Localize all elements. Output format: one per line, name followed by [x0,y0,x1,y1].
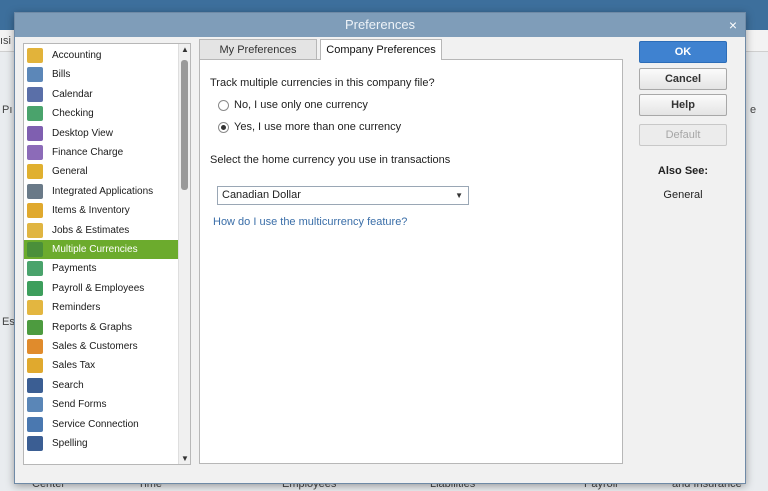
sidebar-item[interactable]: Reports & Graphs [24,318,179,337]
reports-graphs-icon [27,319,43,335]
scrollbar-thumb[interactable] [181,60,188,190]
sidebar-item[interactable]: Bills [24,65,179,84]
list-scrollbar[interactable]: ▲ ▼ [178,44,190,464]
help-button[interactable]: Help [639,94,727,116]
payments-icon [27,261,43,277]
integrated-apps-icon [27,183,43,199]
payroll-employees-icon [27,280,43,296]
sidebar-item[interactable]: Finance Charge [24,143,179,162]
sidebar-item-label: Desktop View [52,127,113,139]
sidebar-item-label: Accounting [52,50,102,61]
sidebar-item-label: Reports & Graphs [52,321,133,333]
scroll-down-arrow-icon[interactable]: ▼ [180,454,190,463]
radio-yes-multiple-currencies[interactable]: Yes, I use more than one currency [218,121,401,133]
sidebar-item-label: Checking [52,108,94,120]
background-text: Es [2,316,15,328]
cancel-button[interactable]: Cancel [639,68,727,90]
sales-tax-icon [27,358,43,374]
sales-customers-icon [27,339,43,354]
radio-label: No, I use only one currency [234,99,368,111]
home-currency-label: Select the home currency you use in tran… [210,154,451,166]
sidebar-item[interactable]: Search [24,376,179,395]
sidebar-item-label: Sales & Customers [52,341,138,352]
sidebar-item-label: Calendar [52,88,93,100]
calendar-icon [27,86,43,102]
chevron-down-icon[interactable]: ▼ [455,187,463,204]
sidebar-item-label: Integrated Applications [52,185,154,197]
sidebar-item[interactable]: Sales Tax [24,356,179,375]
home-currency-value: Canadian Dollar [222,189,301,201]
ok-button[interactable]: OK [639,41,727,63]
background-text: ısi [0,35,11,47]
sidebar-item-label: Jobs & Estimates [52,224,130,236]
sidebar-item-label: Bills [52,69,71,81]
sidebar-item-label: Send Forms [52,399,107,411]
sidebar-item-label: General [52,166,88,178]
home-currency-dropdown[interactable]: Canadian Dollar ▼ [217,186,469,205]
sidebar-item[interactable]: Items & Inventory [24,201,179,220]
reminders-icon [27,300,43,316]
bills-icon [27,67,43,83]
sidebar-item[interactable]: Reminders [24,298,179,317]
sidebar-item[interactable]: Accounting [24,46,179,65]
sidebar-item-label: Service Connection [52,418,139,430]
radio-no-single-currency[interactable]: No, I use only one currency [218,99,368,111]
company-preferences-panel: Track multiple currencies in this compan… [199,59,623,464]
finance-charge-icon [27,145,43,160]
scroll-up-arrow-icon[interactable]: ▲ [180,45,190,54]
checking-icon [27,106,43,122]
send-forms-icon [27,397,43,413]
preferences-dialog: Preferences × Spelling Service Connection… [14,12,746,484]
sidebar-item[interactable]: Payments [24,259,179,278]
multicurrency-help-link[interactable]: How do I use the multicurrency feature? [213,216,407,228]
sidebar-item-label: Search [52,379,84,391]
radio-button-icon[interactable] [218,99,229,111]
sidebar-item[interactable]: Spelling [24,434,179,453]
background-text: e [750,104,757,116]
also-see-heading: Also See: [657,165,709,177]
items-inventory-icon [27,203,43,219]
sidebar-item-label: Items & Inventory [52,205,130,217]
sidebar-item[interactable]: Payroll & Employees [24,279,179,298]
close-icon[interactable]: × [729,13,737,37]
accounting-icon [27,48,43,63]
sidebar-item[interactable]: Service Connection [24,415,179,434]
preference-category-list: Spelling Service Connection Send Forms Sear… [23,43,191,465]
sidebar-item[interactable]: Multiple Currencies [24,240,179,259]
radio-label: Yes, I use more than one currency [234,121,402,133]
desktop-view-icon [27,125,43,141]
search-icon [27,377,43,393]
sidebar-item[interactable]: Desktop View [24,124,179,143]
jobs-estimates-icon [27,222,43,238]
dialog-titlebar[interactable]: Preferences × [15,13,745,37]
sidebar-item[interactable]: Integrated Applications [24,182,179,201]
sidebar-item[interactable]: Send Forms [24,395,179,414]
radio-button-checked-icon[interactable] [218,121,229,133]
general-icon [27,164,43,180]
sidebar-item[interactable]: Checking [24,104,179,123]
sidebar-item[interactable]: General [24,162,179,181]
service-connection-icon [27,416,43,432]
track-currencies-question: Track multiple currencies in this compan… [210,77,435,89]
sidebar-item[interactable]: Jobs & Estimates [24,221,179,240]
default-button[interactable]: Default [639,124,727,146]
multiple-currencies-icon [27,242,43,257]
tab-company-preferences[interactable]: Company Preferences [320,39,442,60]
sidebar-item-label: Reminders [52,302,101,314]
background-text: Pı [2,104,13,116]
spelling-icon [27,436,43,451]
sidebar-item[interactable]: Calendar [24,85,179,104]
also-see-general-link[interactable]: General [639,189,727,201]
sidebar-item-label: Multiple Currencies [52,244,138,255]
sidebar-item-label: Payments [52,263,97,275]
sidebar-item[interactable]: Sales & Customers [24,337,179,356]
dialog-title: Preferences [344,17,416,32]
sidebar-item-label: Finance Charge [52,147,124,158]
sidebar-item-label: Spelling [52,438,88,449]
tab-my-preferences[interactable]: My Preferences [199,39,317,59]
sidebar-item-label: Sales Tax [52,360,96,372]
sidebar-item-label: Payroll & Employees [52,282,145,294]
